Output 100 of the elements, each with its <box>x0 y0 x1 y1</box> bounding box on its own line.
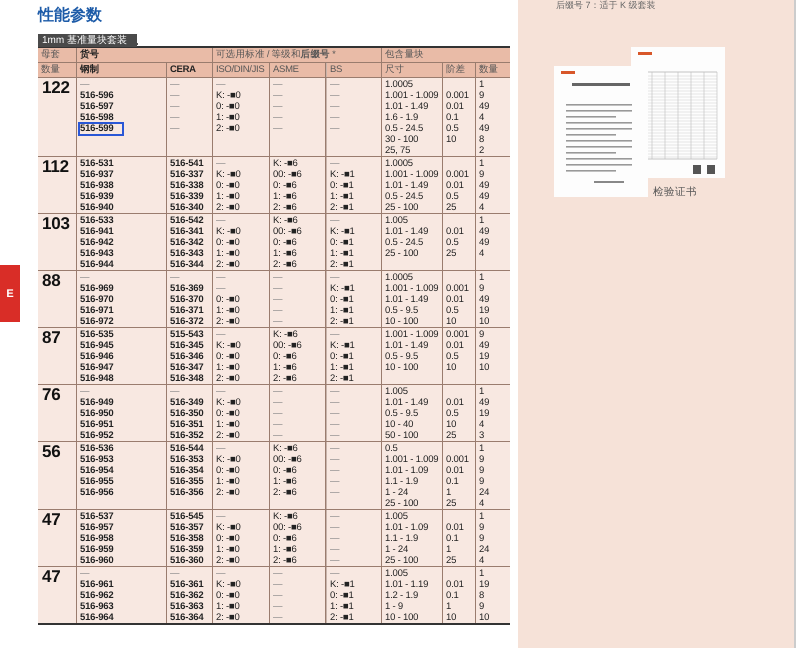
table-cell: — <box>330 79 340 90</box>
table-cell: 25 <box>446 430 456 441</box>
table-cell: 0.5 - 9.5 <box>385 351 418 362</box>
table-cell: 1: -■6 <box>273 248 297 259</box>
table-cell: 49 <box>479 294 490 305</box>
table-cell: K: -■0 <box>216 90 241 101</box>
table-cell: 25 <box>446 555 456 566</box>
table-cell: 1.005 <box>385 386 408 397</box>
table-cell: 10 <box>446 419 456 430</box>
table-cell: 25 <box>446 202 456 213</box>
table-cell: — <box>330 329 340 340</box>
table-cell: 0.001 <box>446 169 469 180</box>
table-cell: 1.01 - 1.49 <box>385 101 428 112</box>
table-cell: 19 <box>479 408 490 419</box>
table-cell: 49 <box>479 397 490 408</box>
table-cell: 516-949 <box>80 397 114 408</box>
table-cell: 516-955 <box>80 476 114 487</box>
table-cell: 4 <box>479 112 484 123</box>
table-cell: 00: -■6 <box>273 169 302 180</box>
table-cell: 25 <box>446 248 456 259</box>
table-cell: 24 <box>479 487 490 498</box>
table-cell: 0.5 <box>446 305 459 316</box>
table-cell: K: -■6 <box>273 329 298 340</box>
table-cell: 1.6 - 1.9 <box>385 112 418 123</box>
table-cell: 516-599 <box>80 124 122 134</box>
table-cell: 0: -■0 <box>216 465 240 476</box>
table-cell: — <box>273 601 282 612</box>
table-cell: 516-541 <box>170 158 204 169</box>
table-cell: 9 <box>479 90 484 101</box>
table-cell: 0: -■0 <box>216 180 240 191</box>
table-cell: 10 <box>479 316 490 327</box>
table-cell: 1: -■1 <box>330 601 354 612</box>
table-cell: 00: -■6 <box>273 340 302 351</box>
table-cell: — <box>170 79 180 90</box>
table-cell: 1: -■0 <box>216 112 240 123</box>
table-cell: 1 <box>479 443 484 454</box>
table-cell: 2: -■1 <box>330 259 354 270</box>
table-cell: 516-370 <box>170 294 204 305</box>
header-cell: 数量 <box>479 64 498 75</box>
table-cell: 1.2 - 1.9 <box>385 590 418 601</box>
table-cell: K: -■1 <box>330 283 355 294</box>
table-cell: 0: -■1 <box>330 294 354 305</box>
table-cell: — <box>216 283 226 294</box>
table-cell: 2: -■0 <box>216 555 240 566</box>
table-cell: 49 <box>479 123 490 134</box>
table-cell: 516-531 <box>80 158 114 169</box>
table-cell: 49 <box>479 180 490 191</box>
table-cell: — <box>330 397 340 408</box>
table-cell: — <box>273 419 282 430</box>
table-cell: — <box>330 430 340 441</box>
table-cell: — <box>273 123 282 134</box>
table-cell: 1.01 - 1.49 <box>385 226 428 237</box>
table-cell: — <box>273 590 282 601</box>
table-cell: 1 - 24 <box>385 544 408 555</box>
table-cell: 1.1 - 1.9 <box>385 476 418 487</box>
table-cell: 1.001 - 1.009 <box>385 454 438 465</box>
table-cell: 516-347 <box>170 362 204 373</box>
table-cell: 10 - 100 <box>385 612 418 623</box>
table-cell: 1: -■1 <box>330 248 354 259</box>
table-cell: 0.5 - 24.5 <box>385 191 424 202</box>
set-count: 87 <box>41 328 61 347</box>
table-cell: K: -■0 <box>216 454 241 465</box>
table-cell: 516-950 <box>80 408 114 419</box>
table-cell: 2: -■6 <box>273 202 297 213</box>
table-cell: 0: -■0 <box>216 237 240 248</box>
table-cell: 516-349 <box>170 397 204 408</box>
table-cell: 4 <box>479 202 484 213</box>
table-cell: 49 <box>479 191 490 202</box>
table-cell: 516-345 <box>170 340 204 351</box>
set-count: 103 <box>41 214 70 233</box>
table-cell: 516-964 <box>80 612 114 623</box>
table-cell: 0: -■1 <box>330 351 354 362</box>
table-cell: 1: -■0 <box>216 601 240 612</box>
set-count: 112 <box>41 157 69 176</box>
set-count: 88 <box>41 271 61 290</box>
table-cell: 4 <box>479 419 484 430</box>
table-cell: — <box>273 272 282 283</box>
table-cell: K: -■0 <box>216 169 241 180</box>
table-cell: K: -■6 <box>273 443 298 454</box>
table-cell: 10 <box>446 316 456 327</box>
table-cell: 516-962 <box>80 590 114 601</box>
table-cell: 516-598 <box>80 112 114 123</box>
table-cell: — <box>216 511 226 522</box>
table-cell: 1.01 - 1.19 <box>385 579 428 590</box>
table-cell: K: -■0 <box>216 522 241 533</box>
table-cell: 516-358 <box>170 533 204 544</box>
table-cell: 0.01 <box>446 465 464 476</box>
table-cell: 00: -■6 <box>273 522 302 533</box>
table-cell: 1 <box>479 79 484 90</box>
table-cell: 1.01 - 1.49 <box>385 294 428 305</box>
table-cell: 0: -■6 <box>273 237 297 248</box>
table-cell: 2: -■1 <box>330 373 354 384</box>
table-cell: — <box>273 316 282 327</box>
table-cell: 1.01 - 1.09 <box>385 522 428 533</box>
table-cell: 1 <box>479 386 484 397</box>
table-cell: 516-340 <box>170 202 204 213</box>
table-cell: — <box>330 101 340 112</box>
table-cell: 49 <box>479 101 490 112</box>
table-cell: — <box>330 454 340 465</box>
table-cell: — <box>216 215 226 226</box>
